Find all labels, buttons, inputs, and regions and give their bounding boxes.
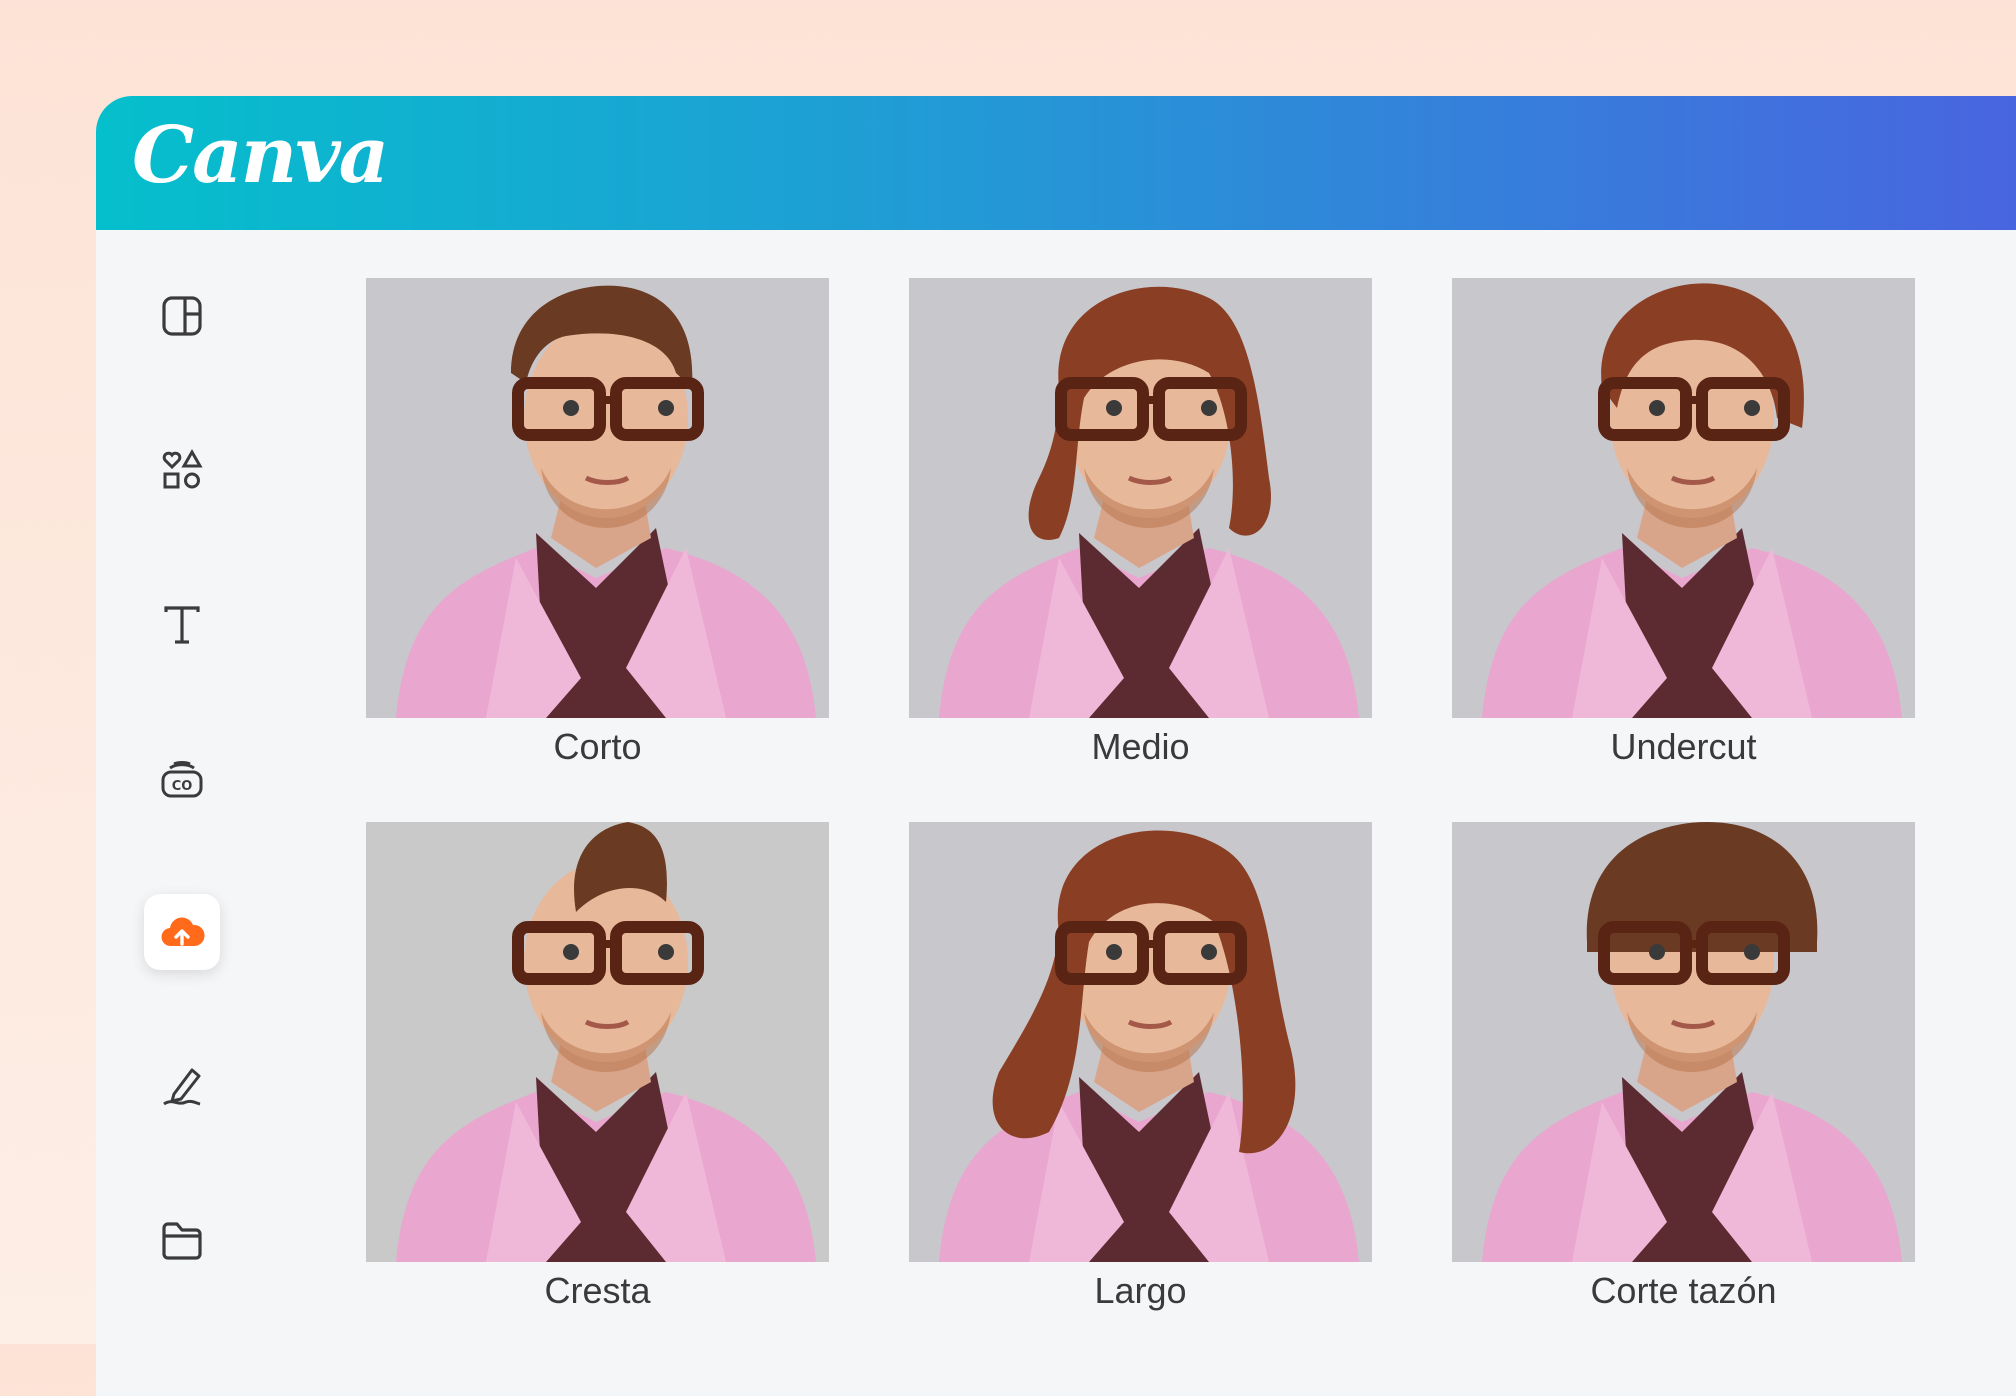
hairstyle-tile[interactable]: Corte tazón bbox=[1452, 822, 1915, 1311]
layout-icon bbox=[162, 296, 202, 336]
hairstyle-tile[interactable]: Cresta bbox=[366, 822, 829, 1311]
hairstyle-label: Cresta bbox=[544, 1270, 651, 1311]
portrait-illustration bbox=[1482, 822, 1902, 1262]
rail-uploads-button[interactable] bbox=[144, 894, 220, 970]
hairstyle-label: Corto bbox=[553, 726, 642, 767]
portrait-illustration bbox=[939, 286, 1359, 718]
brand-co-icon: CO bbox=[161, 761, 203, 798]
rail-text-button[interactable] bbox=[144, 586, 220, 662]
svg-text:CO: CO bbox=[172, 779, 193, 794]
hairstyle-tile[interactable]: Largo bbox=[909, 822, 1372, 1311]
hairstyle-label: Corte tazón bbox=[1590, 1270, 1777, 1311]
rail-projects-button[interactable] bbox=[144, 1202, 220, 1278]
portrait-illustration bbox=[1482, 283, 1902, 718]
hairstyle-tile[interactable]: Undercut bbox=[1452, 278, 1915, 767]
hairstyle-photo bbox=[909, 822, 1372, 1262]
hairstyle-label: Undercut bbox=[1610, 726, 1757, 767]
portrait-illustration bbox=[396, 822, 816, 1262]
hairstyle-tile[interactable]: Corto bbox=[366, 278, 829, 767]
rail-layout-button[interactable] bbox=[144, 278, 220, 354]
top-bar: Canva bbox=[96, 96, 2016, 230]
side-rail: CO bbox=[96, 230, 266, 1396]
hairstyle-photo bbox=[1452, 822, 1915, 1262]
canva-window: Canva CO Corto Medio Undercut Cresta Lar… bbox=[96, 96, 2016, 1396]
canva-logo[interactable]: Canva bbox=[132, 110, 389, 201]
rail-draw-button[interactable] bbox=[144, 1048, 220, 1124]
portrait-illustration bbox=[939, 830, 1359, 1262]
hairstyle-tile[interactable]: Medio bbox=[909, 278, 1372, 767]
text-icon bbox=[164, 606, 200, 644]
portrait-illustration bbox=[396, 285, 816, 718]
cloud-upload-icon bbox=[161, 917, 205, 947]
folder-icon bbox=[162, 1222, 202, 1260]
hairstyle-photo bbox=[366, 822, 829, 1262]
rail-elements-button[interactable] bbox=[144, 432, 220, 508]
elements-shapes-icon bbox=[162, 448, 203, 489]
rail-brand-button[interactable]: CO bbox=[144, 740, 220, 816]
pen-draw-icon bbox=[163, 1068, 201, 1106]
hairstyle-label: Medio bbox=[1091, 726, 1190, 767]
hairstyle-label: Largo bbox=[1094, 1270, 1187, 1311]
hairstyle-photo bbox=[1452, 278, 1915, 718]
hairstyle-photo bbox=[366, 278, 829, 718]
hairstyle-photo bbox=[909, 278, 1372, 718]
